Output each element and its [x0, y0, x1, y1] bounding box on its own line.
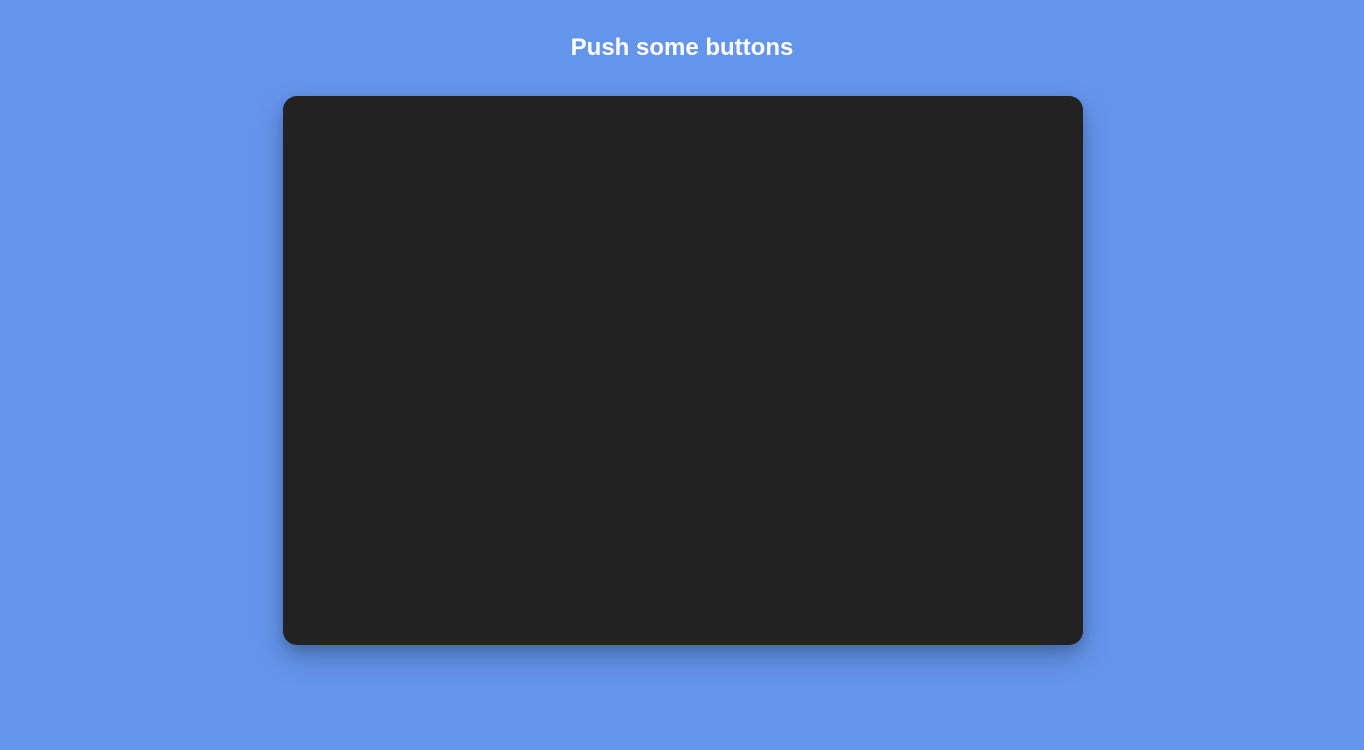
page-title: Push some buttons	[570, 34, 794, 61]
button-panel	[283, 96, 1083, 645]
